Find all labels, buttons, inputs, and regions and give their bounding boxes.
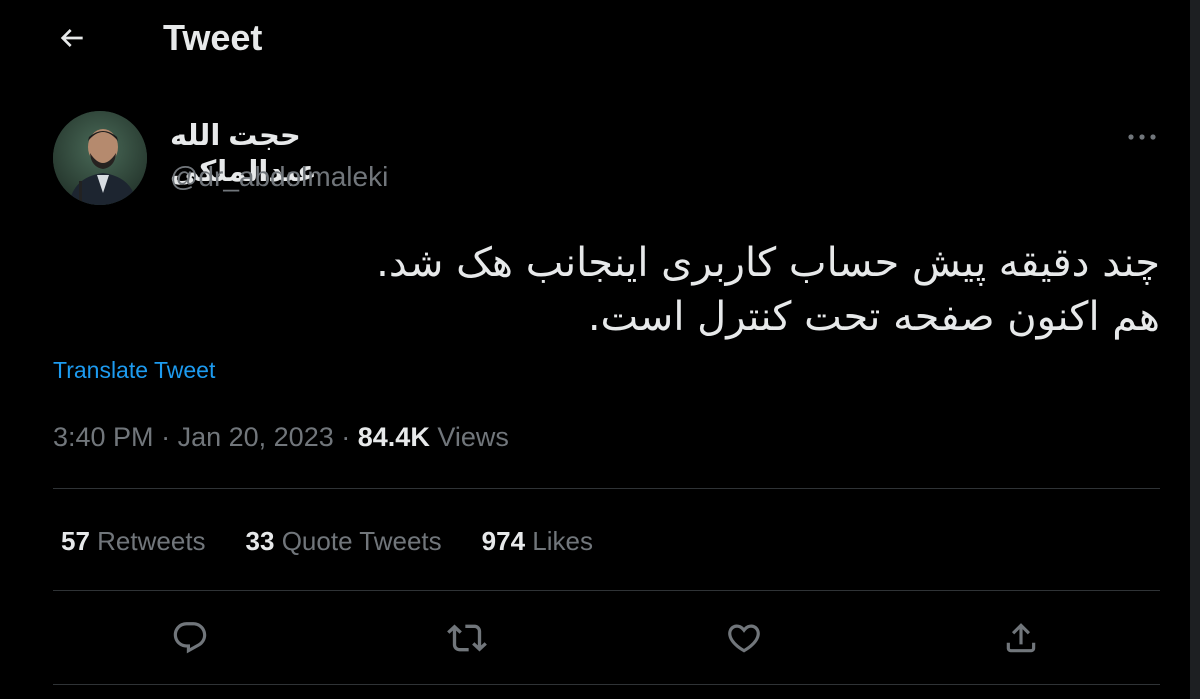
retweets-label: Retweets bbox=[97, 526, 206, 556]
quote-tweets-stat[interactable]: 33 Quote Tweets bbox=[246, 524, 442, 558]
heart-icon bbox=[728, 624, 760, 653]
share-button[interactable] bbox=[997, 614, 1045, 662]
likes-label: Likes bbox=[532, 526, 593, 556]
tweet-actions bbox=[0, 610, 1190, 666]
more-options-button[interactable] bbox=[1122, 122, 1162, 152]
meta-separator: · bbox=[161, 422, 171, 452]
tweet-text-line: هم اکنون صفحه تحت کنترل است. bbox=[587, 294, 1160, 340]
divider bbox=[53, 488, 1160, 489]
header: Tweet bbox=[0, 0, 1190, 78]
views-label: Views bbox=[437, 422, 509, 452]
more-horizontal-icon bbox=[1128, 134, 1156, 140]
tweet-metadata: 3:40 PM · Jan 20, 2023 · 84.4K Views bbox=[53, 420, 509, 454]
views-count: 84.4K bbox=[357, 422, 430, 452]
arrow-left-icon bbox=[60, 29, 83, 47]
retweets-count: 57 bbox=[61, 526, 90, 556]
retweets-stat[interactable]: 57 Retweets bbox=[61, 524, 206, 558]
like-button[interactable] bbox=[720, 614, 768, 662]
quotes-count: 33 bbox=[245, 526, 275, 556]
tweet-time[interactable]: 3:40 PM bbox=[53, 422, 154, 452]
meta-separator: · bbox=[341, 422, 351, 452]
divider bbox=[53, 684, 1160, 685]
likes-stat[interactable]: 974 Likes bbox=[482, 524, 593, 558]
divider bbox=[53, 590, 1160, 591]
translate-tweet-link[interactable]: Translate Tweet bbox=[53, 356, 215, 384]
share-icon bbox=[1006, 623, 1036, 653]
reply-button[interactable] bbox=[166, 614, 214, 662]
tweet-date[interactable]: Jan 20, 2023 bbox=[178, 422, 334, 452]
tweet-page: Tweet حجت الله عبدالملکی @dr_abdolmaleki bbox=[0, 0, 1200, 699]
page-title: Tweet bbox=[163, 17, 263, 58]
tweet-text-line: چند دقیقه پیش حساب کاربری اینجانب هک شد. bbox=[376, 240, 1160, 286]
scrollbar-track[interactable] bbox=[1190, 0, 1200, 699]
engagement-stats: 57 Retweets 33 Quote Tweets 974 Likes bbox=[61, 524, 633, 558]
avatar-photo bbox=[53, 111, 147, 205]
likes-count: 974 bbox=[481, 526, 526, 556]
retweet-button[interactable] bbox=[443, 614, 491, 662]
author-handle[interactable]: @dr_abdolmaleki bbox=[170, 160, 388, 194]
tweet-text: چند دقیقه پیش حساب کاربری اینجانب هک شد.… bbox=[180, 236, 1160, 344]
reply-icon bbox=[173, 622, 207, 654]
avatar[interactable] bbox=[53, 111, 147, 205]
quotes-label: Quote Tweets bbox=[281, 526, 442, 556]
back-button[interactable] bbox=[52, 18, 92, 58]
retweet-icon bbox=[447, 624, 487, 652]
